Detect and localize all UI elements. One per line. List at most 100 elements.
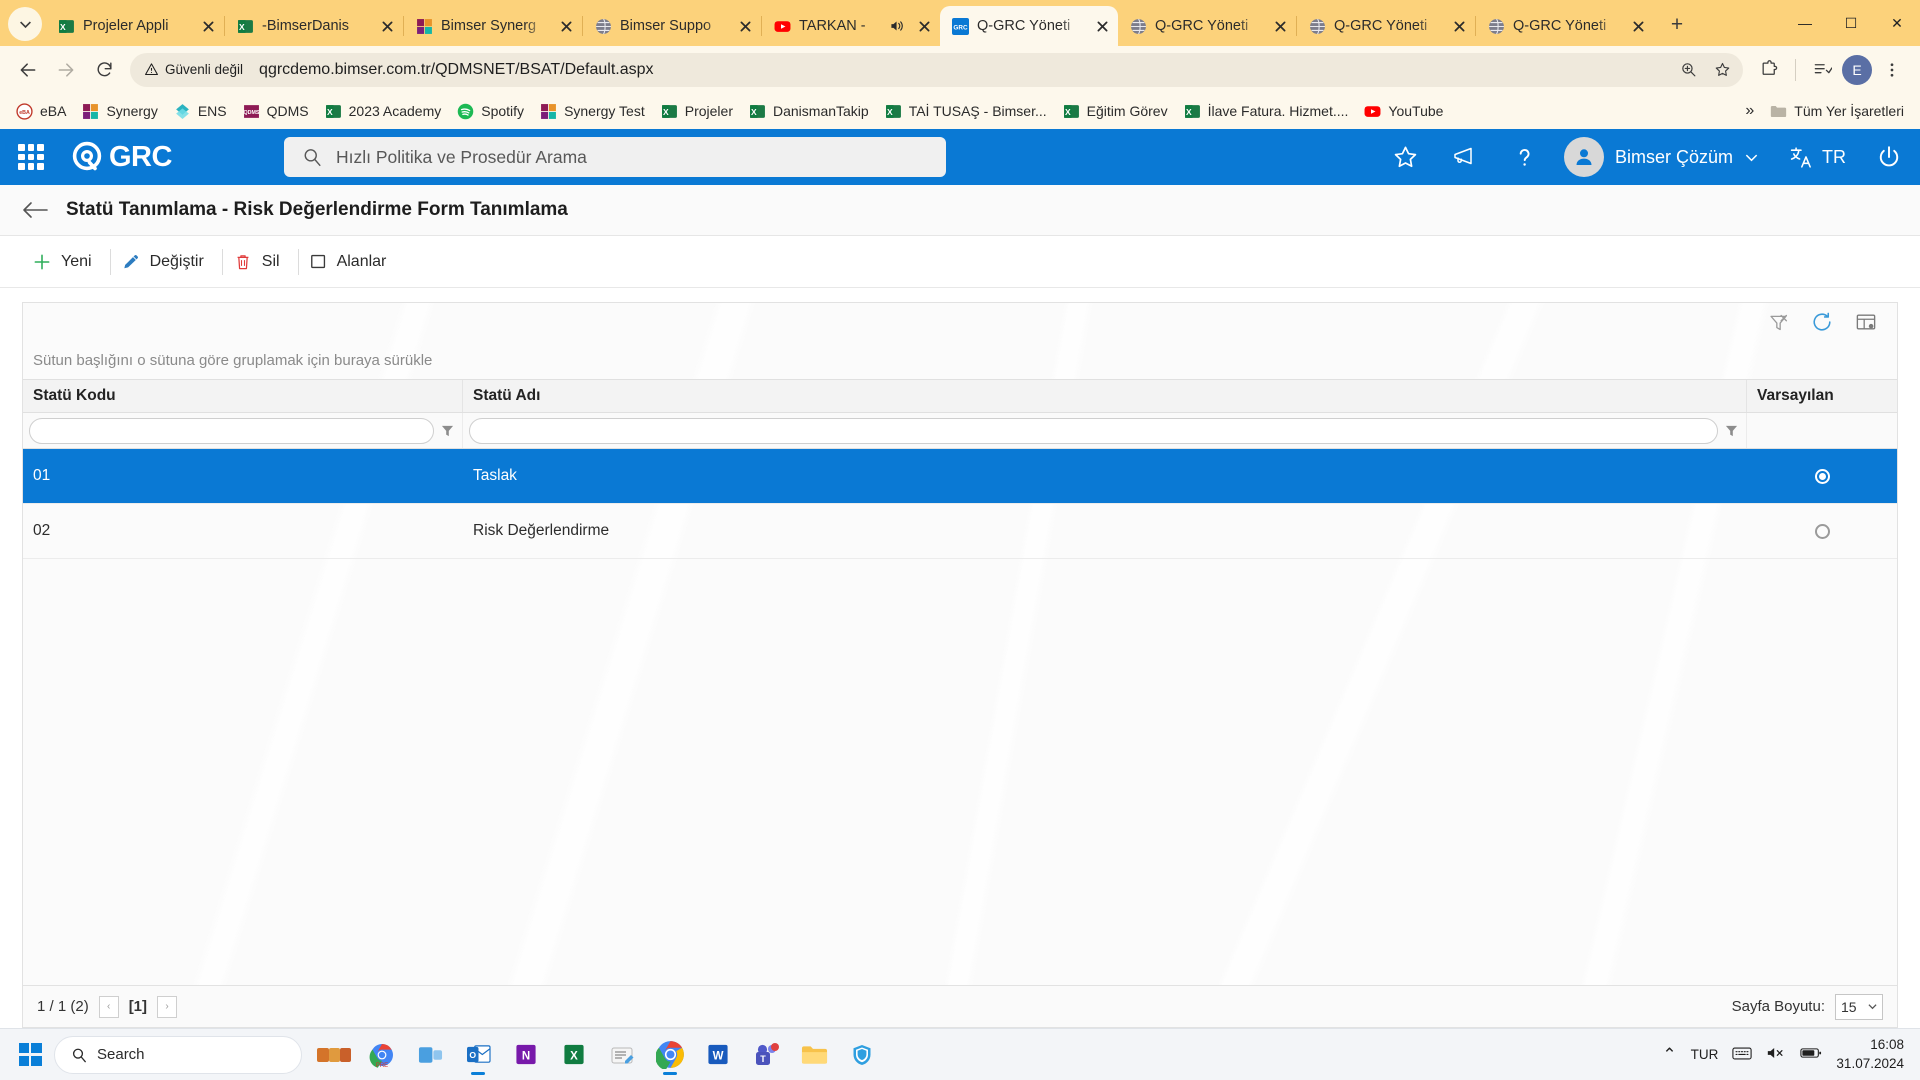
security-shield-icon[interactable] <box>840 1033 884 1077</box>
reading-list-button[interactable] <box>1804 52 1840 88</box>
word-icon[interactable]: W <box>696 1033 740 1077</box>
bookmark-item[interactable]: X TAİ TUSAŞ - Bimser... <box>877 99 1055 124</box>
tab-close-button[interactable] <box>1270 16 1290 36</box>
file-explorer-icon[interactable] <box>792 1033 836 1077</box>
task-view-icon[interactable] <box>408 1033 452 1077</box>
back-button[interactable] <box>10 52 46 88</box>
column-chooser-icon[interactable] <box>1855 312 1877 332</box>
pager-next-button[interactable]: › <box>157 995 178 1018</box>
taskbar-clock[interactable]: 16:08 31.07.2024 <box>1836 1036 1904 1072</box>
refresh-icon[interactable] <box>1811 311 1833 333</box>
teams-icon[interactable]: T <box>744 1033 788 1077</box>
browser-tab[interactable]: GRC Q-GRC Yöneti <box>940 6 1118 46</box>
default-radio[interactable] <box>1814 468 1830 484</box>
bookmark-item[interactable]: X İlave Fatura. Hizmet.... <box>1176 99 1357 124</box>
language-selector[interactable]: TR <box>1789 145 1846 170</box>
tab-audio-icon[interactable] <box>889 19 906 33</box>
security-chip[interactable]: Güvenli değil <box>142 59 251 80</box>
onenote-icon[interactable]: N <box>504 1033 548 1077</box>
chrome-icon[interactable] <box>648 1033 692 1077</box>
close-window-button[interactable]: ✕ <box>1874 0 1920 46</box>
bookmark-item[interactable]: QDMS QDMS <box>235 99 317 124</box>
clear-filter-icon[interactable] <box>1768 312 1789 333</box>
delete-button[interactable]: Sil <box>223 245 298 279</box>
filter-input-code[interactable] <box>29 417 434 444</box>
chrome-beta-icon[interactable]: PRE <box>360 1033 404 1077</box>
minimize-button[interactable]: — <box>1782 0 1828 46</box>
tab-close-button[interactable] <box>735 16 755 36</box>
tab-search-button[interactable] <box>8 7 42 41</box>
tab-close-button[interactable] <box>914 16 934 36</box>
tray-language[interactable]: TUR <box>1691 1047 1719 1062</box>
page-size-select[interactable]: 15 <box>1835 993 1883 1020</box>
profile-avatar[interactable]: E <box>1842 54 1872 85</box>
browser-tab[interactable]: X -BimserDanis <box>225 6 403 46</box>
tab-close-button[interactable] <box>198 16 218 36</box>
filter-funnel-icon[interactable] <box>438 424 456 438</box>
new-button[interactable]: Yeni <box>22 245 110 279</box>
table-row[interactable]: 02 Risk Değerlendirme <box>23 504 1897 559</box>
filter-input-name[interactable] <box>469 417 1718 444</box>
bookmark-item[interactable]: X Projeler <box>653 99 741 124</box>
excel-icon[interactable]: X <box>552 1033 596 1077</box>
column-header-code[interactable]: Statü Kodu <box>23 380 463 412</box>
default-radio[interactable] <box>1814 523 1830 539</box>
browser-tab[interactable]: TARKAN - <box>762 6 940 46</box>
tray-battery-icon[interactable] <box>1800 1046 1822 1063</box>
pager-prev-button[interactable]: ‹ <box>98 995 119 1018</box>
user-menu[interactable]: Bimser Çözüm <box>1563 137 1759 177</box>
pager-current-page[interactable]: [1] <box>129 998 147 1015</box>
bookmark-item[interactable]: X 2023 Academy <box>317 99 450 124</box>
quick-search-input[interactable]: Hızlı Politika ve Prosedür Arama <box>283 137 946 177</box>
bookmark-item[interactable]: Spotify <box>449 99 532 124</box>
browser-tab[interactable]: Q-GRC Yöneti <box>1476 6 1654 46</box>
tab-close-button[interactable] <box>556 16 576 36</box>
outlook-icon[interactable]: O <box>456 1033 500 1077</box>
edit-button[interactable]: Değiştir <box>111 245 222 279</box>
bookmark-item[interactable]: YouTube <box>1356 99 1451 124</box>
bookmark-item[interactable]: X DanismanTakip <box>741 99 877 124</box>
bookmark-item[interactable]: ENS <box>166 99 235 124</box>
column-header-default[interactable]: Varsayılan <box>1747 380 1897 412</box>
filter-funnel-icon[interactable] <box>1722 424 1740 438</box>
help-question-icon[interactable] <box>1511 144 1538 171</box>
fields-button[interactable]: Alanlar <box>299 245 405 279</box>
tray-chevron-icon[interactable]: ⌃ <box>1662 1045 1676 1065</box>
maximize-button[interactable]: ☐ <box>1828 0 1874 46</box>
all-bookmarks-button[interactable]: Tüm Yer İşaretleri <box>1762 99 1912 124</box>
browser-tab[interactable]: Q-GRC Yöneti <box>1118 6 1296 46</box>
bookmarks-overflow-button[interactable]: » <box>1739 98 1760 124</box>
tray-volume-icon[interactable] <box>1766 1045 1786 1064</box>
column-header-name[interactable]: Statü Adı <box>463 380 1747 412</box>
browser-tab[interactable]: Q-GRC Yöneti <box>1297 6 1475 46</box>
logout-power-icon[interactable] <box>1876 144 1902 170</box>
address-bar[interactable]: Güvenli değil qgrcdemo.bimser.com.tr/QDM… <box>130 52 1743 87</box>
favorites-star-icon[interactable] <box>1392 144 1419 171</box>
start-button[interactable] <box>10 1035 50 1075</box>
tray-keyboard-icon[interactable] <box>1732 1046 1753 1064</box>
app-launcher-icon[interactable] <box>18 144 44 170</box>
reload-button[interactable] <box>86 52 122 88</box>
tab-close-button[interactable] <box>1092 16 1112 36</box>
brand-logo[interactable]: GRC <box>70 140 172 174</box>
announcements-megaphone-icon[interactable] <box>1451 143 1479 171</box>
taskbar-search[interactable]: Search <box>54 1035 302 1074</box>
browser-tab[interactable]: X Projeler Appli <box>46 6 224 46</box>
bookmark-item[interactable]: X Eğitim Görev <box>1055 99 1176 124</box>
new-tab-button[interactable]: + <box>1660 8 1694 42</box>
bookmark-item[interactable]: eBA eBA <box>8 99 74 124</box>
tab-close-button[interactable] <box>1449 16 1469 36</box>
forward-button[interactable] <box>48 52 84 88</box>
chrome-menu-button[interactable] <box>1874 52 1910 88</box>
notepad-icon[interactable] <box>600 1033 644 1077</box>
tab-close-button[interactable] <box>377 16 397 36</box>
group-panel[interactable]: Sütun başlığını o sütuna göre gruplamak … <box>23 341 1897 379</box>
table-row[interactable]: 01 Taslak <box>23 449 1897 504</box>
tab-close-button[interactable] <box>1628 16 1648 36</box>
zoom-icon[interactable] <box>1673 55 1703 85</box>
browser-tab[interactable]: Bimser Synerg <box>404 6 582 46</box>
browser-tab[interactable]: Bimser Suppo <box>583 6 761 46</box>
bookmark-item[interactable]: Synergy <box>74 99 165 124</box>
page-back-button[interactable] <box>22 200 48 220</box>
widgets-weather-icon[interactable] <box>312 1033 356 1077</box>
